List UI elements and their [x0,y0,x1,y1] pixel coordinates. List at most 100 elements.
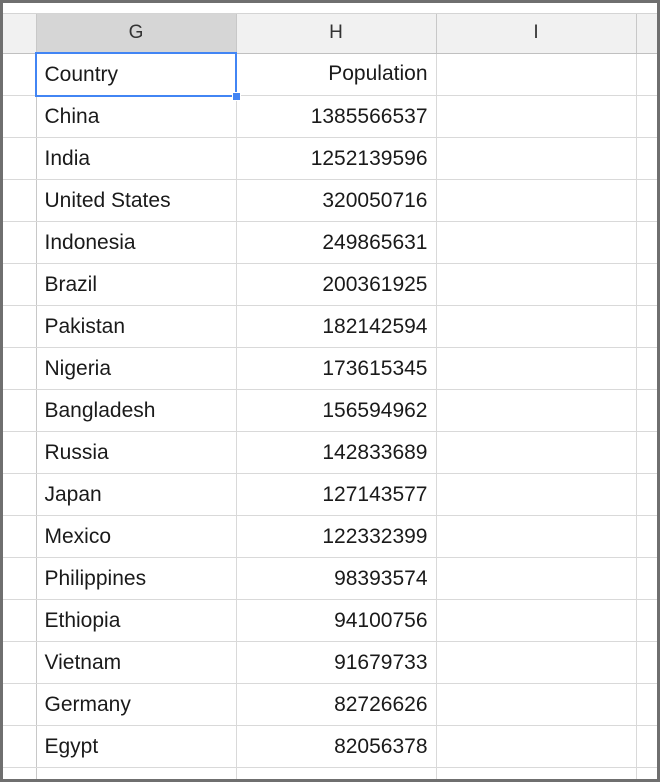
cell-empty-i[interactable] [436,473,637,516]
row-header[interactable] [3,599,37,642]
row-header[interactable] [3,137,37,180]
cell-empty-i[interactable] [436,767,637,779]
row-header[interactable] [3,347,37,390]
cell-population[interactable]: 82726626 [236,683,437,726]
cell-empty-partial[interactable] [636,683,657,726]
row-header[interactable] [3,557,37,600]
cell-empty-i[interactable] [436,557,637,600]
cell-empty-partial[interactable] [636,95,657,138]
column-header-g[interactable]: G [36,14,237,54]
table-row[interactable]: Nigeria 173615345 [3,347,657,390]
cell-country[interactable]: United States [36,179,237,222]
cell-population[interactable]: 122332399 [236,515,437,558]
cell-empty-i[interactable] [436,305,637,348]
cell-empty-partial[interactable] [636,389,657,432]
table-row[interactable]: Country Population [3,53,657,96]
row-header[interactable] [3,305,37,348]
cell-empty-partial[interactable] [636,599,657,642]
cell-country[interactable]: Philippines [36,557,237,600]
cell-country[interactable]: China [36,95,237,138]
row-header[interactable] [3,767,37,779]
row-header[interactable] [3,431,37,474]
cell-country[interactable]: Germany [36,683,237,726]
cell-population[interactable]: 1252139596 [236,137,437,180]
table-row[interactable]: United States 320050716 [3,179,657,222]
table-row[interactable]: Egypt 82056378 [3,725,657,768]
cell-empty-i[interactable] [436,137,637,180]
table-row[interactable]: Russia 142833689 [3,431,657,474]
cell-empty-partial[interactable] [636,473,657,516]
column-header-h[interactable]: H [236,14,437,54]
table-row[interactable]: Brazil 200361925 [3,263,657,306]
table-row[interactable]: Philippines 98393574 [3,557,657,600]
row-header[interactable] [3,641,37,684]
cell-population[interactable]: Population [236,53,437,96]
cell-empty-i[interactable] [436,221,637,264]
cell-country[interactable]: Brazil [36,263,237,306]
cell-empty-partial[interactable] [636,641,657,684]
cell-empty-partial[interactable] [636,137,657,180]
row-header[interactable] [3,725,37,768]
cell-population[interactable]: 249865631 [236,221,437,264]
cell-country[interactable]: Japan [36,473,237,516]
cell-empty-partial[interactable] [636,767,657,779]
cell-population[interactable] [236,767,437,779]
table-row[interactable]: Indonesia 249865631 [3,221,657,264]
cell-population[interactable]: 91679733 [236,641,437,684]
cell-population[interactable]: 127143577 [236,473,437,516]
cell-country[interactable] [36,767,237,779]
row-header[interactable] [3,389,37,432]
cell-country[interactable]: Mexico [36,515,237,558]
row-header[interactable] [3,263,37,306]
cell-empty-i[interactable] [436,389,637,432]
spreadsheet-table[interactable]: G H I Country Population China 138556653… [3,14,657,779]
cell-country[interactable]: India [36,137,237,180]
cell-population[interactable]: 82056378 [236,725,437,768]
cell-population[interactable]: 94100756 [236,599,437,642]
cell-empty-i[interactable] [436,263,637,306]
cell-empty-partial[interactable] [636,305,657,348]
table-row[interactable]: Bangladesh 156594962 [3,389,657,432]
cell-population[interactable]: 320050716 [236,179,437,222]
cell-empty-i[interactable] [436,95,637,138]
cell-population[interactable]: 142833689 [236,431,437,474]
cell-population[interactable]: 156594962 [236,389,437,432]
table-row[interactable]: China 1385566537 [3,95,657,138]
cell-country[interactable]: Vietnam [36,641,237,684]
table-row[interactable]: Germany 82726626 [3,683,657,726]
cell-empty-i[interactable] [436,641,637,684]
cell-empty-partial[interactable] [636,557,657,600]
cell-population[interactable]: 182142594 [236,305,437,348]
row-header[interactable] [3,95,37,138]
cell-empty-i[interactable] [436,599,637,642]
select-all-corner[interactable] [3,14,37,54]
cell-country[interactable]: Ethiopia [36,599,237,642]
table-row[interactable]: Ethiopia 94100756 [3,599,657,642]
cell-population[interactable]: 1385566537 [236,95,437,138]
row-header[interactable] [3,473,37,516]
row-header[interactable] [3,515,37,558]
spreadsheet-grid[interactable]: G H I Country Population China 138556653… [3,14,657,779]
cell-empty-partial[interactable] [636,53,657,96]
table-row[interactable]: Pakistan 182142594 [3,305,657,348]
row-header[interactable] [3,683,37,726]
cell-empty-i[interactable] [436,725,637,768]
cell-country[interactable]: Indonesia [36,221,237,264]
cell-empty-partial[interactable] [636,179,657,222]
table-row-partial[interactable] [3,767,657,779]
row-header[interactable] [3,179,37,222]
cell-population[interactable]: 200361925 [236,263,437,306]
column-header-partial[interactable] [636,14,657,54]
cell-empty-i[interactable] [436,515,637,558]
cell-empty-partial[interactable] [636,515,657,558]
cell-empty-i[interactable] [436,683,637,726]
cell-country[interactable]: Pakistan [36,305,237,348]
cell-country[interactable]: Russia [36,431,237,474]
cell-population[interactable]: 173615345 [236,347,437,390]
cell-country[interactable]: Bangladesh [36,389,237,432]
table-row[interactable]: India 1252139596 [3,137,657,180]
cell-empty-partial[interactable] [636,431,657,474]
cell-country[interactable]: Egypt [36,725,237,768]
table-row[interactable]: Japan 127143577 [3,473,657,516]
column-header-i[interactable]: I [436,14,637,54]
